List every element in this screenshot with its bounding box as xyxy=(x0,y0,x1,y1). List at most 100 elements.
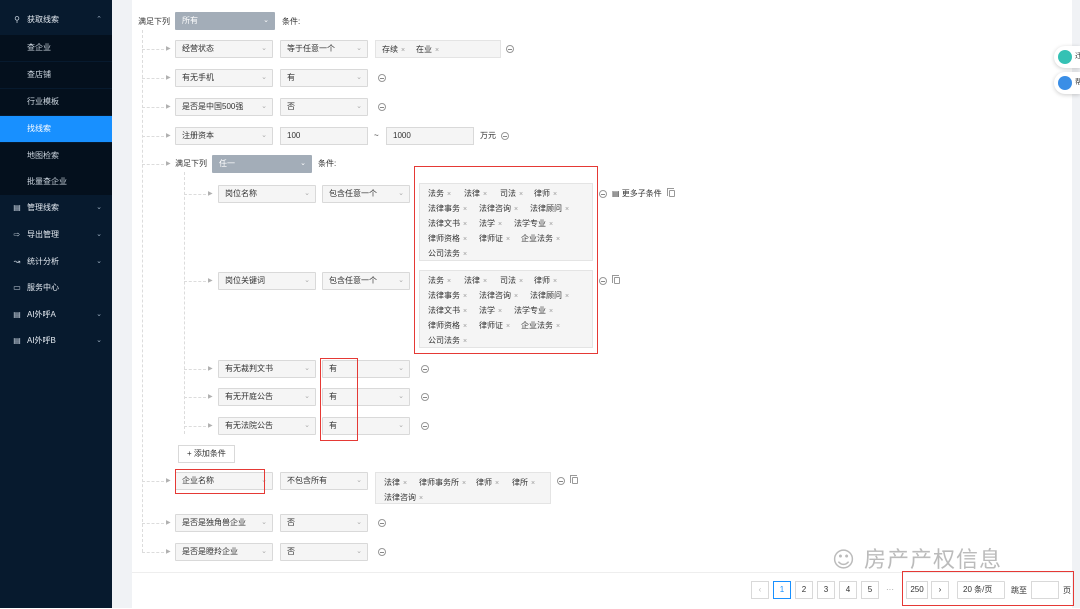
page-button[interactable]: 2 xyxy=(795,581,813,599)
prev-page-button[interactable]: ‹ xyxy=(751,581,769,599)
sidebar-item-export[interactable]: ⇨ 导出管理 ⌄ xyxy=(0,222,112,248)
close-icon[interactable]: × xyxy=(462,480,466,487)
remove-condition-icon[interactable] xyxy=(421,365,429,373)
tree-line xyxy=(184,281,206,282)
remove-condition-icon[interactable] xyxy=(421,393,429,401)
tag: 律所 × xyxy=(512,478,536,487)
chevron-down-icon: ⌄ xyxy=(96,258,102,265)
sidebar-item-ai-call-b[interactable]: ▤ AI外呼B ⌄ xyxy=(0,328,112,354)
caret-right-icon[interactable]: ▶ xyxy=(166,132,171,139)
phone-icon: ▤ xyxy=(13,310,21,319)
caret-right-icon[interactable]: ▶ xyxy=(208,277,213,284)
value-select[interactable]: 有 ⌄ xyxy=(280,69,368,87)
max-capital-input[interactable]: 1000 xyxy=(386,127,474,145)
remove-condition-icon[interactable] xyxy=(599,277,607,285)
tag-input[interactable]: 法律 × 律师事务所 × 律师 × 律所 × 法律咨询 × xyxy=(375,472,551,504)
field-select[interactable]: 是否是瞪羚企业 ⌄ xyxy=(175,543,273,561)
close-icon[interactable]: × xyxy=(531,480,535,487)
remove-condition-icon[interactable] xyxy=(501,132,509,140)
sidebar-subitem-shop[interactable]: 查店铺 xyxy=(0,62,112,88)
sidebar-subitem-map-search[interactable]: 地图检索 xyxy=(0,143,112,169)
layers-icon xyxy=(1058,50,1072,64)
value-select[interactable]: 否 ⌄ xyxy=(280,543,368,561)
field-select[interactable]: 是否是独角兽企业 ⌄ xyxy=(175,514,273,532)
operator-select[interactable]: 包含任意一个 ⌄ xyxy=(322,185,410,203)
copy-icon[interactable] xyxy=(667,188,675,197)
caret-right-icon[interactable]: ▶ xyxy=(166,548,171,555)
sidebar-item-get-leads[interactable]: ⚲ 获取线索 ⌃ xyxy=(0,7,112,33)
remove-condition-icon[interactable] xyxy=(378,103,386,111)
operator-select[interactable]: 等于任意一个 ⌄ xyxy=(280,40,368,58)
remove-condition-icon[interactable] xyxy=(378,74,386,82)
add-condition-button[interactable]: + 添加条件 xyxy=(178,445,235,463)
field-select[interactable]: 注册资本 ⌄ xyxy=(175,127,273,145)
field-select[interactable]: 岗位关键词 ⌄ xyxy=(218,272,316,290)
caret-right-icon[interactable]: ▶ xyxy=(166,74,171,81)
tree-line xyxy=(142,78,164,79)
caret-right-icon[interactable]: ▶ xyxy=(166,519,171,526)
group-mode-select[interactable]: 任一 ⌄ xyxy=(212,155,312,173)
page-button[interactable]: 4 xyxy=(839,581,857,599)
sidebar-subitem-find-leads[interactable]: 找线索 xyxy=(0,116,112,142)
value-select[interactable]: 否 ⌄ xyxy=(280,514,368,532)
remove-condition-icon[interactable] xyxy=(378,519,386,527)
caret-right-icon[interactable]: ▶ xyxy=(166,160,171,167)
chevron-up-icon: ⌃ xyxy=(96,16,102,23)
close-icon[interactable]: × xyxy=(495,480,499,487)
sidebar-item-statistics[interactable]: ↝ 统计分析 ⌄ xyxy=(0,249,112,275)
caret-right-icon[interactable]: ▶ xyxy=(208,393,213,400)
sidebar-subitem-batch-company[interactable]: 批量查企业 xyxy=(0,169,112,195)
sidebar-subitem-company[interactable]: 查企业 xyxy=(0,35,112,61)
field-select[interactable]: 是否是中国500强 ⌄ xyxy=(175,98,273,116)
page-button[interactable]: 3 xyxy=(817,581,835,599)
field-select[interactable]: 有无手机 ⌄ xyxy=(175,69,273,87)
page-button[interactable]: 5 xyxy=(861,581,879,599)
caret-right-icon[interactable]: ▶ xyxy=(208,190,213,197)
close-icon[interactable]: × xyxy=(435,47,439,54)
match-mode-select[interactable]: 所有 ⌄ xyxy=(175,12,275,30)
value-select[interactable]: 否 ⌄ xyxy=(280,98,368,116)
operator-select[interactable]: 包含任意一个 ⌄ xyxy=(322,272,410,290)
caret-right-icon[interactable]: ▶ xyxy=(208,365,213,372)
field-select[interactable]: 岗位名称 ⌄ xyxy=(218,185,316,203)
operator-select[interactable]: 不包含所有 ⌄ xyxy=(280,472,368,490)
field-select[interactable]: 有无裁判文书 ⌄ xyxy=(218,360,316,378)
caret-right-icon[interactable]: ▶ xyxy=(208,422,213,429)
field-select[interactable]: 有无开庭公告 ⌄ xyxy=(218,388,316,406)
copy-icon[interactable] xyxy=(612,275,620,284)
caret-right-icon[interactable]: ▶ xyxy=(166,45,171,52)
filter-panel: 满足下列 所有 ⌄ 条件: ▶ 经营状态 ⌄ 等于任意一个 ⌄ 存续 × 在业 × ▶ 有… xyxy=(132,0,1072,609)
pager-ellipsis[interactable]: ··· xyxy=(886,584,894,596)
sidebar-item-service[interactable]: ▭ 服务中心 xyxy=(0,275,112,301)
remove-condition-icon[interactable] xyxy=(599,190,607,198)
tree-line xyxy=(142,107,164,108)
sidebar-item-manage-leads[interactable]: ▤ 管理线索 ⌄ xyxy=(0,195,112,221)
close-icon[interactable]: × xyxy=(401,47,405,54)
float-button-help[interactable]: 帮 xyxy=(1054,72,1080,94)
sidebar-subitem-industry-template[interactable]: 行业模板 xyxy=(0,89,112,115)
field-select[interactable]: 经营状态 ⌄ xyxy=(175,40,273,58)
field-select[interactable]: 有无法院公告 ⌄ xyxy=(218,417,316,435)
copy-icon[interactable] xyxy=(570,475,578,484)
phone-icon: ▤ xyxy=(13,336,21,345)
close-icon[interactable]: × xyxy=(419,495,423,502)
remove-condition-icon[interactable] xyxy=(421,422,429,430)
chart-icon: ↝ xyxy=(13,257,21,266)
more-subconditions-button[interactable]: ▤ 更多子条件 xyxy=(612,188,662,200)
search-icon: ⚲ xyxy=(14,15,20,24)
page-button[interactable]: 1 xyxy=(773,581,791,599)
highlight-box xyxy=(320,358,358,441)
tag: 存续 × xyxy=(382,45,406,54)
tag-input[interactable]: 存续 × 在业 × xyxy=(375,40,501,58)
close-icon[interactable]: × xyxy=(403,480,407,487)
float-button-migrate[interactable]: 迁 xyxy=(1054,46,1080,68)
min-capital-input[interactable]: 100 xyxy=(280,127,368,145)
sidebar-item-ai-call-a[interactable]: ▤ AI外呼A ⌄ xyxy=(0,302,112,328)
remove-condition-icon[interactable] xyxy=(557,477,565,485)
tree-line xyxy=(142,164,164,165)
caret-right-icon[interactable]: ▶ xyxy=(166,477,171,484)
unit-label: 万元 xyxy=(480,131,496,140)
caret-right-icon[interactable]: ▶ xyxy=(166,103,171,110)
remove-condition-icon[interactable] xyxy=(506,45,514,53)
remove-condition-icon[interactable] xyxy=(378,548,386,556)
